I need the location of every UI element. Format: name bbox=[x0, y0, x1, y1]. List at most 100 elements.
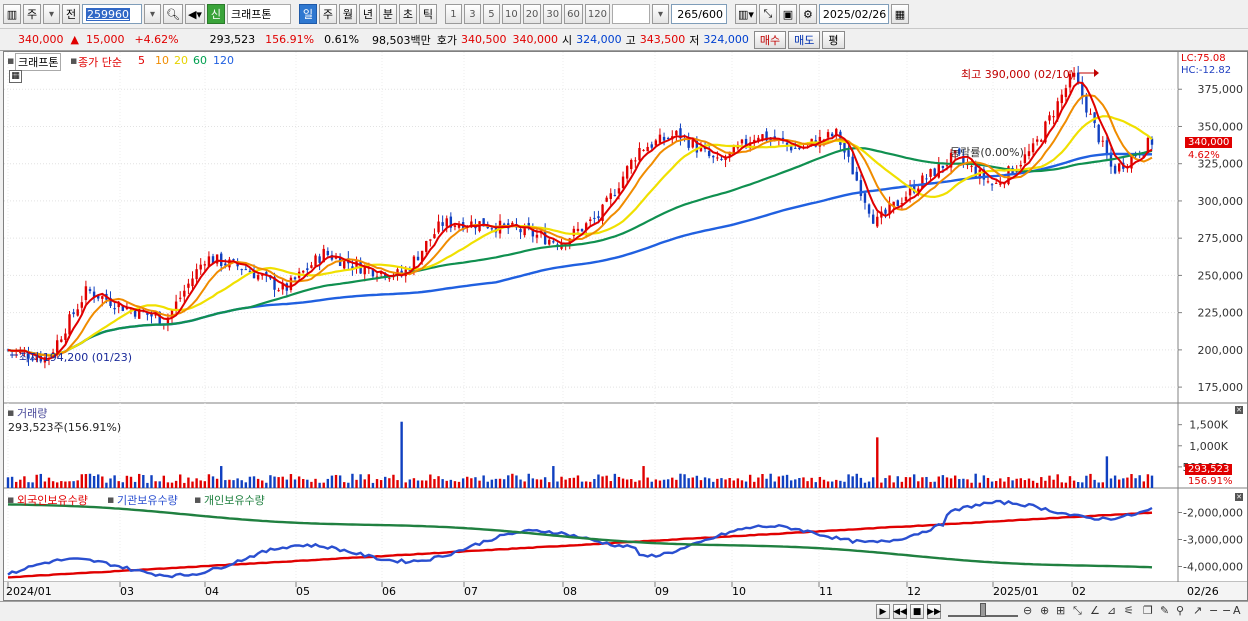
volume-bar bbox=[367, 474, 371, 488]
candle-body bbox=[1076, 72, 1080, 83]
scroll-first-icon[interactable]: ◀◀ bbox=[893, 604, 907, 619]
minus-icon[interactable]: − bbox=[1209, 604, 1218, 617]
sell-button[interactable]: 매도 bbox=[788, 30, 821, 49]
volume-bar bbox=[338, 475, 342, 488]
gear-icon[interactable]: ⚙ bbox=[798, 4, 817, 24]
volume-bar bbox=[593, 479, 596, 488]
candle-body bbox=[826, 132, 830, 138]
tab-period-1[interactable]: 주 bbox=[318, 4, 337, 24]
tab-period-0[interactable]: 일 bbox=[298, 4, 317, 24]
interval-btn-3[interactable]: 10 bbox=[501, 4, 521, 24]
market-select[interactable]: 주 bbox=[23, 4, 41, 24]
candle-body bbox=[1089, 113, 1092, 115]
scroll-last-icon[interactable]: ▶▶ bbox=[927, 604, 941, 619]
volume-close-icon[interactable]: ✕ bbox=[1235, 406, 1243, 414]
current-price: 340,000 bbox=[18, 33, 64, 46]
draw-icon[interactable]: ✎ bbox=[1160, 604, 1169, 617]
text-tool-icon[interactable]: A bbox=[1233, 604, 1241, 617]
calendar-icon[interactable]: ▦ bbox=[890, 4, 909, 24]
zoom-out-icon[interactable]: ⊖ bbox=[1023, 604, 1032, 617]
chart-area[interactable]: 175,000 200,000 225,000 250,000 275,000 300,0… bbox=[3, 51, 1248, 601]
candle-body bbox=[441, 222, 444, 226]
price-tick-label: 300,000 bbox=[1198, 195, 1244, 208]
legend-stock-name[interactable]: 크래프톤 bbox=[15, 53, 62, 71]
interval-btn-0[interactable]: 1 bbox=[444, 4, 462, 24]
interval-btn-5[interactable]: 30 bbox=[543, 4, 563, 24]
stock-code-input[interactable]: 259960 bbox=[82, 4, 142, 24]
candle-body bbox=[433, 234, 436, 239]
volume-bar bbox=[769, 473, 772, 488]
volume-square-icon: ▪ bbox=[7, 406, 15, 419]
candle-body bbox=[277, 290, 280, 292]
tab-period-5[interactable]: 초 bbox=[398, 4, 417, 24]
volume-tick-label: 1,000K bbox=[1189, 440, 1228, 453]
drawing-icon[interactable]: ⤡ bbox=[758, 4, 777, 24]
volume-bar bbox=[191, 481, 194, 488]
volume-bar bbox=[814, 482, 817, 488]
chart-svg[interactable]: 175,000 200,000 225,000 250,000 275,000 300,0… bbox=[4, 52, 1247, 600]
interval-btn-7[interactable]: 120 bbox=[584, 4, 610, 24]
prev-button[interactable]: 전 bbox=[62, 4, 80, 24]
scroll-right-icon[interactable]: ▶ bbox=[876, 604, 890, 619]
search-icon[interactable]: 🔍︎ bbox=[163, 4, 183, 24]
high-label: 고 bbox=[625, 33, 636, 47]
interval-dropdown-icon[interactable]: ▾ bbox=[651, 4, 669, 24]
volume-bar bbox=[80, 474, 84, 488]
volume-bar bbox=[941, 475, 945, 488]
interval-custom-input[interactable] bbox=[611, 4, 650, 24]
text-minus-icon[interactable]: − bbox=[1222, 604, 1231, 617]
market-dropdown-icon[interactable]: ▾ bbox=[43, 4, 60, 24]
interval-btn-2[interactable]: 5 bbox=[482, 4, 500, 24]
tab-period-3[interactable]: 년 bbox=[358, 4, 377, 24]
copy-icon[interactable]: ❐ bbox=[1143, 604, 1153, 617]
chart-tools-icon[interactable]: ▥▾ bbox=[734, 4, 757, 24]
date-input[interactable]: 2025/02/26 bbox=[818, 4, 889, 24]
volume-bar bbox=[187, 477, 190, 488]
volume-bar bbox=[1015, 478, 1018, 488]
volume-pct-tag: 156.91% bbox=[1188, 476, 1233, 487]
volume-bar bbox=[830, 481, 834, 488]
volume-bar bbox=[347, 482, 350, 488]
pin-icon[interactable]: ⚲ bbox=[1176, 604, 1184, 617]
volume-bar bbox=[457, 481, 461, 488]
tab-period-2[interactable]: 월 bbox=[338, 4, 357, 24]
buy-button[interactable]: 매수 bbox=[753, 30, 787, 49]
angle-icon[interactable]: ∠ bbox=[1090, 604, 1100, 617]
candle-body bbox=[535, 234, 539, 238]
tab-period-6[interactable]: 틱 bbox=[418, 4, 437, 24]
trend-icon[interactable]: ⤡ bbox=[1073, 604, 1082, 618]
interval-btn-6[interactable]: 60 bbox=[564, 4, 583, 24]
candle-body bbox=[720, 158, 723, 160]
angle2-icon[interactable]: ⊿ bbox=[1107, 604, 1116, 617]
crosshair-icon[interactable]: ⊞ bbox=[1056, 604, 1065, 617]
save-icon[interactable]: ▣ bbox=[778, 4, 797, 24]
grid-toggle-icon[interactable]: ▦ bbox=[9, 70, 22, 83]
interval-btn-1[interactable]: 3 bbox=[463, 4, 481, 24]
zoom-slider-handle[interactable] bbox=[980, 603, 986, 617]
volume-bar bbox=[679, 473, 682, 488]
volume-bar bbox=[68, 481, 71, 488]
candle-body bbox=[64, 333, 67, 340]
chart-menu-icon[interactable]: ▥ bbox=[3, 4, 21, 24]
volume-bar bbox=[876, 437, 879, 488]
bar-count-field[interactable]: 265/600 bbox=[670, 4, 727, 24]
pointer-icon[interactable]: ↗ bbox=[1193, 604, 1202, 617]
interval-btn-4[interactable]: 20 bbox=[522, 4, 542, 24]
holdings-close-icon[interactable]: ✕ bbox=[1235, 493, 1243, 501]
zoom-in-icon[interactable]: ⊕ bbox=[1040, 604, 1049, 617]
candle-body bbox=[302, 270, 305, 273]
candle-body bbox=[1023, 154, 1027, 163]
volume-bar bbox=[1150, 475, 1154, 488]
stop-icon[interactable]: ■ bbox=[910, 604, 924, 619]
code-dropdown-icon[interactable]: ▾ bbox=[144, 4, 161, 24]
fan-icon[interactable]: ⚟ bbox=[1124, 604, 1134, 617]
volume-bar bbox=[712, 481, 715, 488]
tab-period-4[interactable]: 분 bbox=[378, 4, 397, 24]
volume-bar bbox=[498, 478, 502, 488]
volume-bar bbox=[802, 477, 805, 488]
eval-button[interactable]: 평 bbox=[822, 30, 845, 49]
high-price: 343,500 bbox=[639, 33, 686, 46]
volume-bar bbox=[1093, 479, 1096, 488]
candle-body bbox=[388, 278, 391, 280]
speaker-icon[interactable]: ◀▾ bbox=[184, 4, 205, 24]
